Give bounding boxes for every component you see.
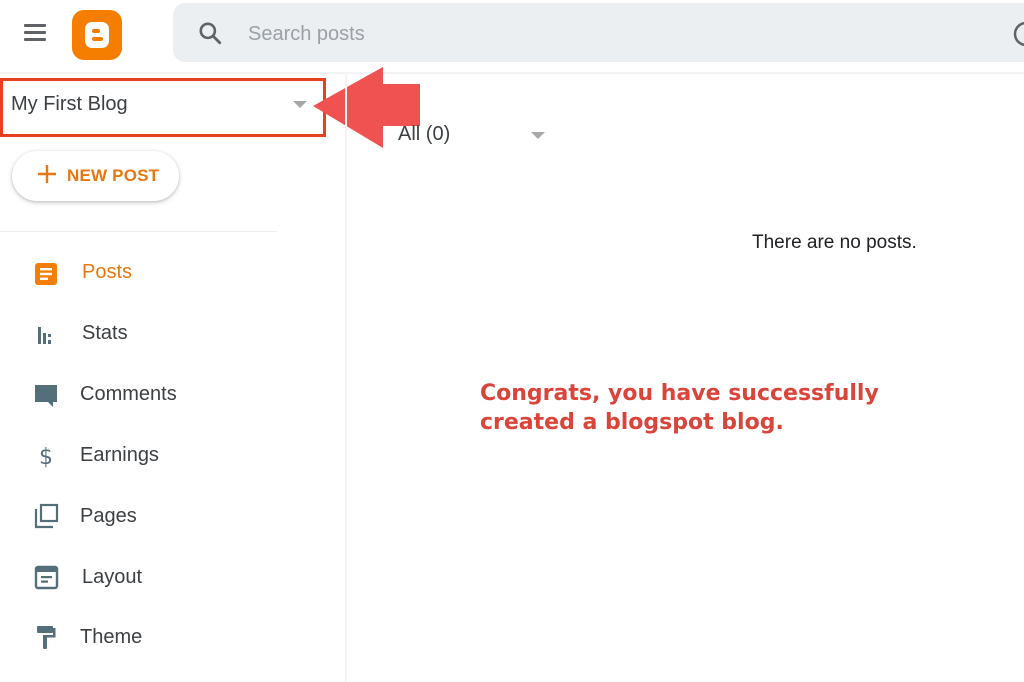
menu-bar [24,38,46,41]
logo-glyph [85,22,109,48]
layout-icon [34,565,59,590]
sidebar-item-label: Earnings [80,444,159,466]
stats-icon [38,327,51,344]
sidebar-border [345,74,347,682]
sidebar-item-stats[interactable]: Stats [0,309,330,359]
post-filter-dropdown[interactable]: All (0) [398,120,558,152]
sidebar-item-label: Stats [82,322,128,344]
pages-icon [34,503,59,529]
sidebar-item-label: Comments [80,383,177,405]
posts-icon [35,263,57,285]
new-post-label: NEW POST [67,166,160,185]
sidebar-item-theme[interactable]: Theme [0,613,330,663]
header-divider [0,72,1024,74]
caret-down-icon [531,132,545,139]
sidebar-item-label: Layout [82,566,143,588]
sidebar-item-layout[interactable]: Layout [0,553,330,603]
paint-roller-icon [37,626,56,649]
hamburger-menu-icon[interactable] [22,22,50,44]
comments-icon [35,385,57,407]
sidebar-item-posts[interactable]: Posts [0,248,330,298]
svg-text:$: $ [39,445,53,469]
sidebar-divider [0,231,277,232]
annotation-text-line: Congrats, you have successfully [480,381,879,406]
search-input[interactable] [246,18,750,50]
sidebar-item-label: Pages [80,505,137,527]
menu-bar [24,24,46,27]
annotation-text: Congrats, you have successfully created … [480,379,879,437]
sidebar-item-comments[interactable]: Comments [0,370,330,420]
filter-label: All (0) [398,123,451,145]
blog-name: My First Blog [11,93,128,115]
caret-down-icon[interactable] [293,101,307,108]
blogger-logo[interactable] [72,10,122,60]
sidebar-item-earnings[interactable]: $ Earnings [0,431,330,481]
logo-glyph-line [92,37,103,41]
sidebar-item-pages[interactable]: Pages [0,492,330,542]
annotation-text-line: created a blogspot blog. [480,410,784,435]
logo-glyph-line [92,29,100,33]
dollar-icon: $ [39,445,53,469]
sidebar-item-label: Posts [82,261,133,283]
help-circle-icon[interactable] [1012,20,1024,48]
search-icon[interactable] [197,20,223,46]
menu-bar [24,31,46,34]
empty-state-message: There are no posts. [752,232,917,253]
plus-icon [38,165,56,183]
sidebar-item-label: Theme [80,626,143,648]
